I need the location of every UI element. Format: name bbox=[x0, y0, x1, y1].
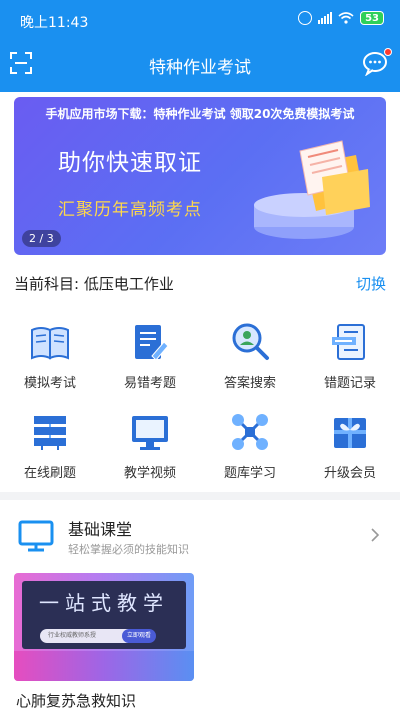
basic-course-header[interactable]: 基础课堂 轻松掌握必须的技能知识 bbox=[0, 510, 400, 560]
layers-icon bbox=[34, 416, 66, 450]
monitor-icon bbox=[132, 416, 168, 450]
feature-answer-search[interactable]: 答案搜索 bbox=[200, 318, 300, 396]
course-card-name[interactable]: 心肺复苏急救知识 bbox=[16, 690, 136, 711]
banner-sub-text: 汇聚历年高频考点 bbox=[58, 200, 202, 220]
section-divider bbox=[0, 492, 400, 500]
course-section-title: 基础课堂 bbox=[68, 520, 133, 539]
feature-grid: 模拟考试 易错考题 答案搜索 错题记录 在线刷题 教学视频 题库学习 升级会员 bbox=[0, 318, 400, 488]
banner-main-text: 助你快速取证 bbox=[58, 150, 202, 176]
feature-label: 模拟考试 bbox=[23, 376, 76, 391]
document-pen-icon bbox=[135, 325, 169, 361]
feature-label: 在线刷题 bbox=[23, 466, 76, 481]
feature-label: 教学视频 bbox=[123, 466, 176, 481]
feature-label: 题库学习 bbox=[223, 466, 276, 481]
feature-label: 错题记录 bbox=[323, 376, 376, 391]
nav-bar: 特种作业考试 bbox=[0, 40, 400, 92]
status-bar: 晚上11:43 53 bbox=[0, 0, 400, 40]
notification-dot bbox=[384, 48, 392, 56]
drone-icon bbox=[232, 414, 268, 450]
feature-upgrade-member[interactable]: 升级会员 bbox=[300, 408, 400, 486]
feature-label: 答案搜索 bbox=[223, 376, 276, 391]
record-icon bbox=[332, 324, 365, 360]
card-title: 一站式教学 bbox=[39, 591, 169, 615]
course-card-thumbnail[interactable]: 一站式教学 行业权威教师系授 立即观看 bbox=[14, 573, 194, 681]
feature-label: 易错考题 bbox=[123, 376, 176, 391]
signal-icon bbox=[318, 12, 333, 24]
banner-pager: 2 / 3 bbox=[22, 230, 61, 247]
page-title: 特种作业考试 bbox=[149, 58, 251, 78]
app-header: 晚上11:43 53 特种作业考试 bbox=[0, 0, 400, 92]
book-icon bbox=[31, 327, 69, 360]
alarm-icon bbox=[298, 11, 313, 25]
status-icons: 53 bbox=[298, 11, 384, 25]
feature-mock-exam[interactable]: 模拟考试 bbox=[0, 318, 100, 396]
feature-error-record[interactable]: 错题记录 bbox=[300, 318, 400, 396]
chevron-right-icon[interactable] bbox=[370, 527, 380, 543]
battery-icon: 53 bbox=[360, 11, 384, 25]
card-footer bbox=[14, 651, 194, 681]
course-section-subtitle: 轻松掌握必须的技能知识 bbox=[68, 543, 189, 556]
subject-row: 当前科目: 低压电工作业 切换 bbox=[14, 270, 386, 294]
feature-label: 升级会员 bbox=[323, 466, 376, 481]
feature-error-questions[interactable]: 易错考题 bbox=[100, 318, 200, 396]
switch-subject-link[interactable]: 切换 bbox=[356, 273, 386, 294]
promo-banner[interactable]: 手机应用市场下载：特种作业考试 领取20次免费模拟考试 助你快速取证 汇聚历年高… bbox=[14, 97, 386, 255]
banner-top-text: 手机应用市场下载：特种作业考试 领取20次免费模拟考试 bbox=[45, 107, 355, 121]
card-watch-button[interactable]: 立即观看 bbox=[122, 629, 157, 643]
current-subject: 当前科目: 低压电工作业 bbox=[14, 275, 174, 293]
feature-teaching-video[interactable]: 教学视频 bbox=[100, 408, 200, 486]
search-person-icon bbox=[232, 323, 269, 360]
feature-online-practice[interactable]: 在线刷题 bbox=[0, 408, 100, 486]
documents-illustration-icon bbox=[254, 140, 370, 239]
wifi-icon bbox=[338, 12, 354, 24]
feature-question-bank[interactable]: 题库学习 bbox=[200, 408, 300, 486]
monitor-icon bbox=[18, 520, 54, 552]
gift-icon bbox=[334, 418, 366, 448]
status-time: 晚上11:43 bbox=[20, 15, 89, 31]
